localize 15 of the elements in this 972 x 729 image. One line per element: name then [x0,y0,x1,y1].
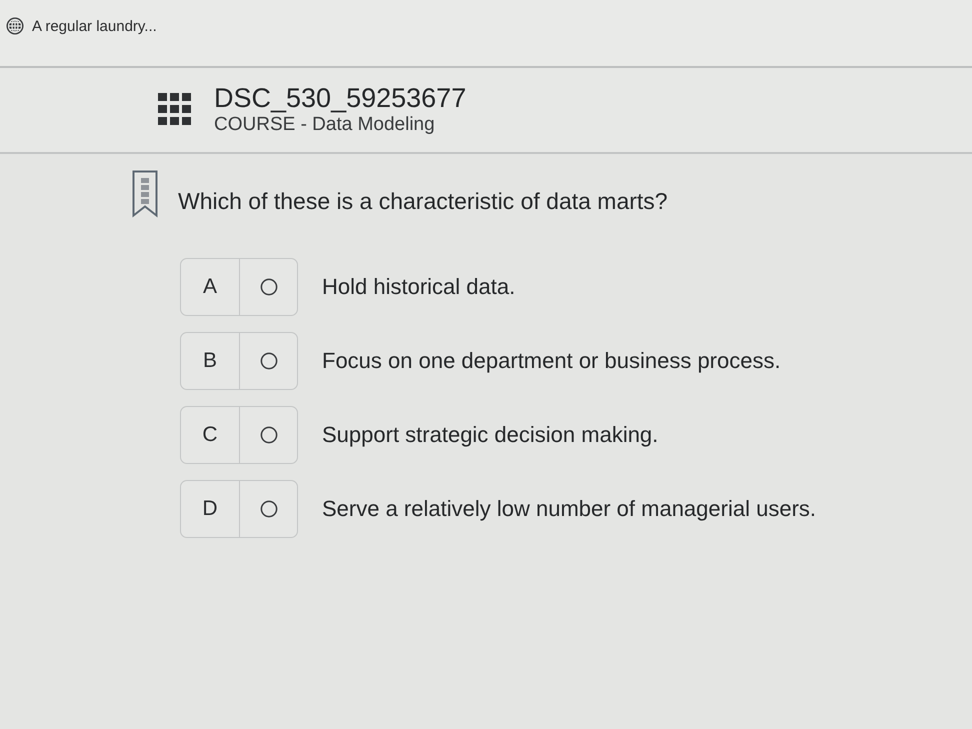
answer-text: Hold historical data. [322,274,516,300]
answer-choice-button[interactable]: C [180,406,298,464]
course-code: DSC_530_59253677 [214,82,466,114]
answer-choice-button[interactable]: A [180,258,298,316]
answer-choice-button[interactable]: B [180,332,298,390]
answer-text: Focus on one department or business process. [322,348,781,374]
answer-text: Serve a relatively low number of managerial users. [322,496,816,522]
page-title: A regular laundry... [32,18,157,34]
bookmark-icon[interactable] [132,170,158,218]
question-text: Which of these is a characteristic of data marts? [178,188,668,215]
grid-icon [158,93,192,125]
globe-icon [6,17,24,35]
answer-choice-button[interactable]: D [180,480,298,538]
answer-text: Support strategic decision making. [322,422,658,448]
course-subtitle: COURSE - Data Modeling [214,114,436,136]
